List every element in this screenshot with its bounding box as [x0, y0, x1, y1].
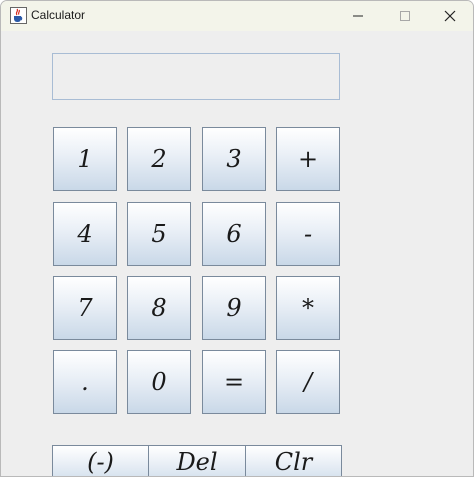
title-bar[interactable]: Calculator: [1, 1, 473, 31]
key-divide[interactable]: /: [276, 350, 340, 414]
key-plus[interactable]: +: [276, 127, 340, 191]
key-minus[interactable]: -: [276, 202, 340, 266]
calculator-body: 1 2 3 + 4 5 6 - 7 8 9 * . 0 = / (-) Del …: [1, 31, 473, 476]
maximize-button[interactable]: [382, 1, 428, 31]
key-9[interactable]: 9: [202, 276, 266, 340]
window-title: Calculator: [31, 8, 86, 22]
close-button[interactable]: [427, 1, 473, 31]
maximize-icon: [400, 11, 410, 21]
calculator-window: Calculator 1 2 3 + 4 5 6 - 7 8 9 * . 0 =…: [0, 0, 474, 477]
key-8[interactable]: 8: [127, 276, 191, 340]
key-1[interactable]: 1: [53, 127, 117, 191]
key-5[interactable]: 5: [127, 202, 191, 266]
key-equals[interactable]: =: [202, 350, 266, 414]
key-decimal[interactable]: .: [53, 350, 117, 414]
key-2[interactable]: 2: [127, 127, 191, 191]
key-multiply[interactable]: *: [276, 276, 340, 340]
key-4[interactable]: 4: [53, 202, 117, 266]
display-field[interactable]: [52, 53, 340, 100]
close-icon: [444, 10, 456, 22]
negate-button[interactable]: (-): [52, 445, 149, 476]
key-6[interactable]: 6: [202, 202, 266, 266]
java-cup-icon: [10, 7, 27, 24]
delete-button[interactable]: Del: [148, 445, 246, 476]
minimize-icon: [353, 15, 363, 17]
minimize-button[interactable]: [335, 1, 381, 31]
clear-button[interactable]: Clr: [245, 445, 342, 476]
key-3[interactable]: 3: [202, 127, 266, 191]
key-0[interactable]: 0: [127, 350, 191, 414]
key-7[interactable]: 7: [53, 276, 117, 340]
